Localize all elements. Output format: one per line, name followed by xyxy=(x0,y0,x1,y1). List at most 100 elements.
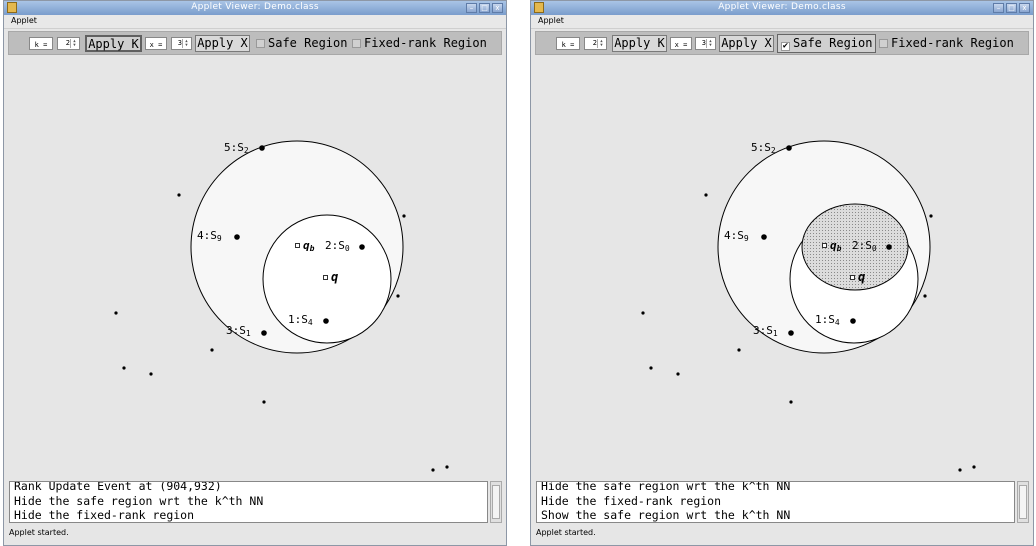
point-s4 xyxy=(323,318,329,324)
applet-window-left: Applet Viewer: Demo.class – □ x Applet k… xyxy=(3,0,507,546)
spinner-arrows-icon[interactable]: ▲ ▼ xyxy=(706,39,714,48)
window-title: Applet Viewer: Demo.class xyxy=(191,2,319,12)
scroll-thumb[interactable] xyxy=(492,485,500,519)
point-s2 xyxy=(259,145,265,151)
log-line: Show the safe region wrt the k^th NN xyxy=(541,508,791,522)
toolbar: k = 2 ▲ ▼ Apply K x = 3 ▲ ▼ Apply X Safe R… xyxy=(8,31,502,55)
point-s4 xyxy=(850,318,856,324)
maximize-icon[interactable]: □ xyxy=(1006,3,1017,13)
spinner-arrows-icon[interactable]: ▲ ▼ xyxy=(70,39,78,48)
minimize-icon[interactable]: – xyxy=(466,3,477,13)
title-bar: Applet Viewer: Demo.class – □ x xyxy=(4,1,506,15)
scroll-thumb[interactable] xyxy=(1019,485,1027,519)
data-point xyxy=(972,465,976,469)
label-q: q xyxy=(858,270,865,284)
query-qb-marker xyxy=(822,243,827,248)
close-icon[interactable]: x xyxy=(1019,3,1030,13)
k-spinner[interactable]: 2 ▲ ▼ xyxy=(584,37,607,50)
data-point xyxy=(704,193,708,197)
data-point xyxy=(177,193,181,197)
event-log[interactable]: Hide the safe region wrt the k^th NN Hid… xyxy=(536,481,1015,523)
apply-k-button[interactable]: Apply K xyxy=(612,35,667,52)
checkbox-box[interactable] xyxy=(256,39,265,48)
log-line: Hide the fixed-rank region xyxy=(541,493,722,508)
menu-applet[interactable]: Applet xyxy=(11,16,37,25)
log-line: Rank Update Event at (904,932) xyxy=(14,481,222,493)
maximize-icon[interactable]: □ xyxy=(479,3,490,13)
point-s1 xyxy=(261,330,267,336)
x-label: x = xyxy=(145,37,167,50)
toolbar: k = 2 ▲ ▼ Apply K x = 3 ▲ ▼ Apply X ✔ Safe … xyxy=(535,31,1029,55)
point-s0 xyxy=(886,244,892,250)
data-point xyxy=(649,366,653,370)
query-q-marker xyxy=(323,275,328,280)
x-spinner[interactable]: 3 ▲ ▼ xyxy=(695,37,716,50)
data-point xyxy=(929,214,933,218)
log-scrollbar[interactable] xyxy=(1017,481,1029,523)
title-bar: Applet Viewer: Demo.class – □ x xyxy=(531,1,1033,15)
apply-x-button[interactable]: Apply X xyxy=(195,35,250,52)
data-point xyxy=(210,348,214,352)
point-s9 xyxy=(761,234,767,240)
data-point xyxy=(402,214,406,218)
data-point xyxy=(641,311,645,315)
status-text: Applet started. xyxy=(536,528,596,537)
data-point xyxy=(149,372,153,376)
log-line: Hide the safe region wrt the k^th NN xyxy=(14,493,264,508)
apply-x-button[interactable]: Apply X xyxy=(719,35,774,52)
status-text: Applet started. xyxy=(9,528,69,537)
menu-bar: Applet xyxy=(4,15,506,29)
point-s0 xyxy=(359,244,365,250)
plot-canvas[interactable]: 5:S2 4:S9 qb 2:S0 q 1:S4 3:S1 xyxy=(534,59,1030,479)
data-point xyxy=(262,400,266,404)
close-icon[interactable]: x xyxy=(492,3,503,13)
query-qb-marker xyxy=(295,243,300,248)
point-s1 xyxy=(788,330,794,336)
x-spinner[interactable]: 3 ▲ ▼ xyxy=(171,37,192,50)
label-s2: 5:S2 xyxy=(224,141,249,155)
data-point xyxy=(676,372,680,376)
fixed-rank-checkbox[interactable]: Fixed-rank Region xyxy=(879,35,1014,52)
label-q: q xyxy=(331,270,338,284)
k-spinner[interactable]: 2 ▲ ▼ xyxy=(57,37,80,50)
k-label: k = xyxy=(29,37,53,50)
applet-window-right: Applet Viewer: Demo.class – □ x Applet k… xyxy=(530,0,1034,546)
k-label: k = xyxy=(556,37,580,50)
data-point xyxy=(122,366,126,370)
log-line: Hide the fixed-rank region xyxy=(14,508,195,522)
spinner-arrows-icon[interactable]: ▲ ▼ xyxy=(597,39,605,48)
menu-applet[interactable]: Applet xyxy=(538,16,564,25)
fixed-rank-label: Fixed-rank Region xyxy=(891,36,1014,50)
data-point xyxy=(789,400,793,404)
data-point xyxy=(737,348,741,352)
menu-bar: Applet xyxy=(531,15,1033,29)
minimize-icon[interactable]: – xyxy=(993,3,1004,13)
checkmark-icon[interactable]: ✔ xyxy=(781,42,790,51)
data-point xyxy=(114,311,118,315)
apply-k-button[interactable]: Apply K xyxy=(85,35,142,52)
event-log[interactable]: Rank Update Event at (904,932) Hide the … xyxy=(9,481,488,523)
fixed-rank-checkbox[interactable]: Fixed-rank Region xyxy=(352,35,487,52)
fixed-rank-label: Fixed-rank Region xyxy=(364,36,487,50)
log-scrollbar[interactable] xyxy=(490,481,502,523)
safe-region-label: Safe Region xyxy=(793,36,873,50)
label-s2: 5:S2 xyxy=(751,141,776,155)
spinner-arrows-icon[interactable]: ▲ ▼ xyxy=(182,39,190,48)
data-point xyxy=(445,465,449,469)
data-point xyxy=(431,468,435,472)
point-s2 xyxy=(786,145,792,151)
query-q-marker xyxy=(850,275,855,280)
safe-region-checkbox[interactable]: Safe Region xyxy=(256,35,347,52)
point-s9 xyxy=(234,234,240,240)
safe-region-checkbox[interactable]: ✔ Safe Region xyxy=(777,34,877,53)
data-point xyxy=(923,294,927,298)
window-title: Applet Viewer: Demo.class xyxy=(718,2,846,12)
data-point xyxy=(958,468,962,472)
log-line: Hide the safe region wrt the k^th NN xyxy=(541,481,791,493)
checkbox-box[interactable] xyxy=(352,39,361,48)
data-point xyxy=(396,294,400,298)
plot-canvas[interactable]: 5:S2 4:S9 qb 2:S0 q 1:S4 3:S1 xyxy=(7,59,503,479)
safe-region-label: Safe Region xyxy=(268,36,348,50)
checkbox-box[interactable] xyxy=(879,39,888,48)
x-label: x = xyxy=(670,37,692,50)
